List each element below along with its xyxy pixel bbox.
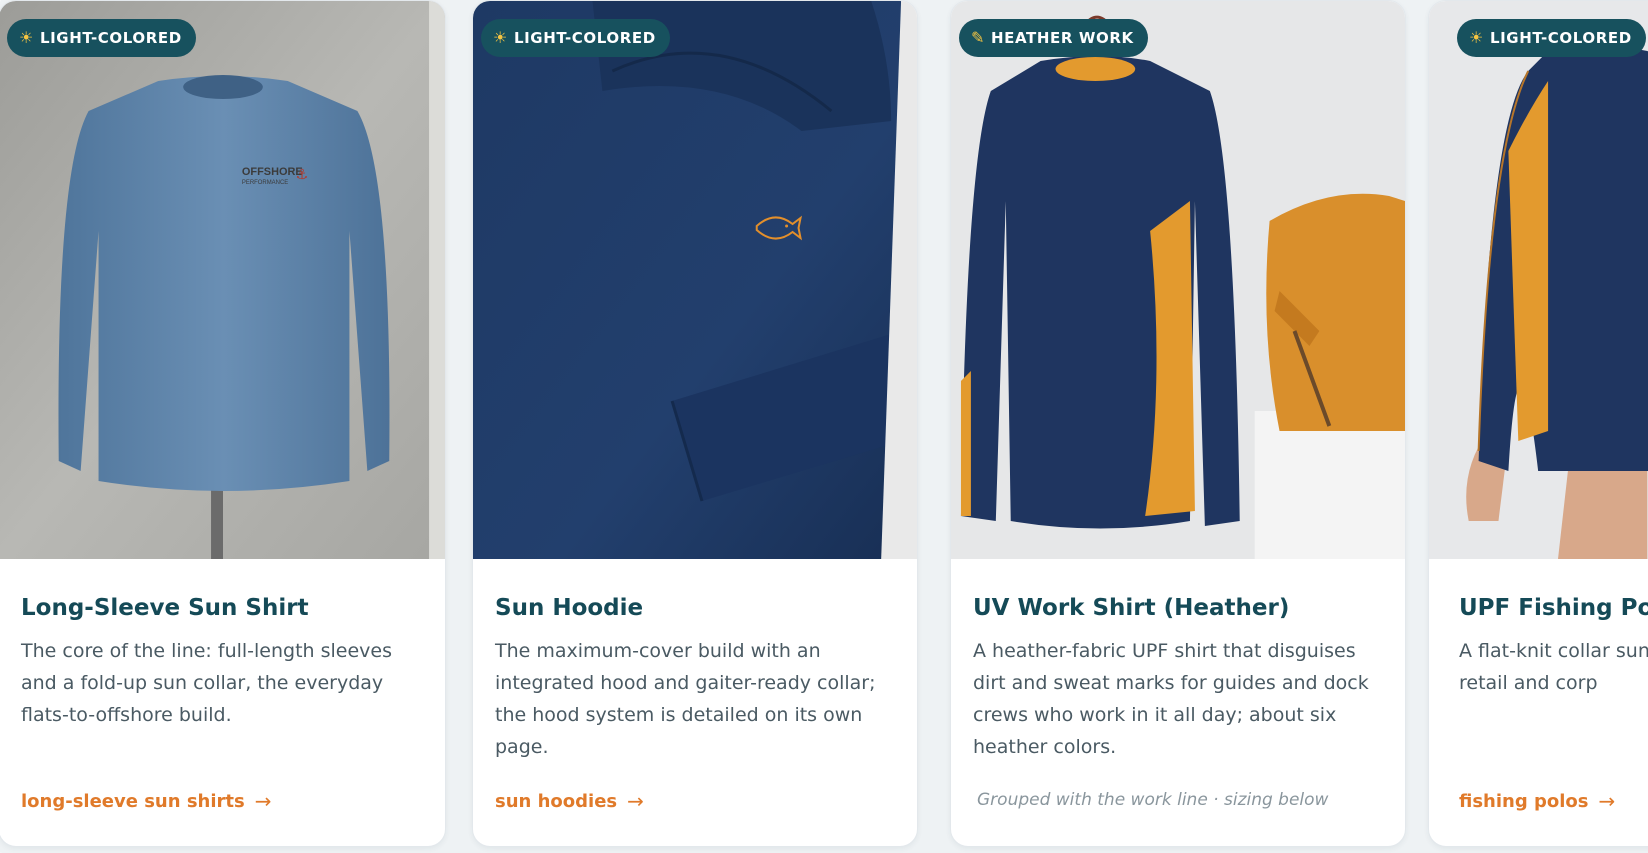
card-description: A flat-knit collar sun resort retail and… xyxy=(1459,640,1648,694)
badge-label: LIGHT-COLORED xyxy=(1489,29,1632,47)
badge-light-colored: ☀ LIGHT-COLORED xyxy=(1457,19,1646,57)
badge-label: LIGHT-COLORED xyxy=(513,29,656,47)
product-card-long-sleeve[interactable]: OFFSHORE PERFORMANCE ⚓ ☀ LIGHT-COLORED L… xyxy=(0,0,446,847)
badge-light-colored: ☀ LIGHT-COLORED xyxy=(481,19,670,57)
link-fishing-polos[interactable]: fishing polos → xyxy=(1459,789,1615,813)
badge-label: LIGHT-COLORED xyxy=(39,29,182,47)
product-image-long-sleeve: OFFSHORE PERFORMANCE ⚓ xyxy=(0,1,445,559)
sun-icon: ☀ xyxy=(493,28,508,47)
product-image-fishing-polo xyxy=(1429,1,1648,559)
card-title: UPF Fishing Polo xyxy=(1459,595,1648,621)
arrow-right-icon: → xyxy=(627,789,644,813)
card-body: UV Work Shirt (Heather) A heather-fabric… xyxy=(951,559,1405,846)
svg-text:PERFORMANCE: PERFORMANCE xyxy=(242,180,288,186)
product-carousel: OFFSHORE PERFORMANCE ⚓ ☀ LIGHT-COLORED L… xyxy=(0,0,1648,853)
card-description: A heather-fabric UPF shirt that disguise… xyxy=(973,640,1369,758)
chest-logo-text: OFFSHORE xyxy=(242,166,303,178)
card-description: The core of the line: full-length sleeve… xyxy=(21,640,393,726)
leaf-icon: ✎ xyxy=(971,28,986,47)
arrow-right-icon: → xyxy=(254,789,272,813)
card-title: Sun Hoodie xyxy=(495,595,644,621)
card-body: UPF Fishing Polo A flat-knit collar sun … xyxy=(1429,559,1648,846)
product-image-sun-hoodie xyxy=(473,1,917,559)
product-image-uv-work-shirt xyxy=(951,1,1405,559)
badge-light-colored: ☀ LIGHT-COLORED xyxy=(7,19,196,57)
link-label: long-sleeve sun shirts xyxy=(21,790,245,812)
svg-text:⚓: ⚓ xyxy=(296,167,308,183)
product-card-uv-work-shirt[interactable]: ✎ HEATHER WORK UV Work Shirt (Heather) A… xyxy=(950,0,1406,847)
sun-icon: ☀ xyxy=(19,28,34,47)
product-card-fishing-polo[interactable]: ☀ LIGHT-COLORED UPF Fishing Polo A flat-… xyxy=(1428,0,1648,847)
link-sun-hoodies[interactable]: sun hoodies → xyxy=(495,789,644,813)
card-note: Grouped with the work line · sizing belo… xyxy=(977,790,1329,810)
card-body: Long-Sleeve Sun Shirt The core of the li… xyxy=(0,559,445,846)
link-label: fishing polos xyxy=(1459,790,1589,812)
badge-label: HEATHER WORK xyxy=(991,29,1134,47)
product-card-sun-hoodie[interactable]: ☀ LIGHT-COLORED Sun Hoodie The maximum-c… xyxy=(472,0,918,847)
card-description: The maximum-cover build with an integrat… xyxy=(495,640,876,758)
card-title: UV Work Shirt (Heather) xyxy=(973,595,1290,621)
card-body: Sun Hoodie The maximum-cover build with … xyxy=(473,559,917,846)
badge-heather-work: ✎ HEATHER WORK xyxy=(959,19,1148,57)
link-label: sun hoodies xyxy=(495,790,618,812)
arrow-right-icon: → xyxy=(1598,789,1616,813)
sun-icon: ☀ xyxy=(1469,28,1484,47)
card-title: Long-Sleeve Sun Shirt xyxy=(21,595,309,621)
link-long-sleeve-sun-shirts[interactable]: long-sleeve sun shirts → xyxy=(21,789,271,813)
